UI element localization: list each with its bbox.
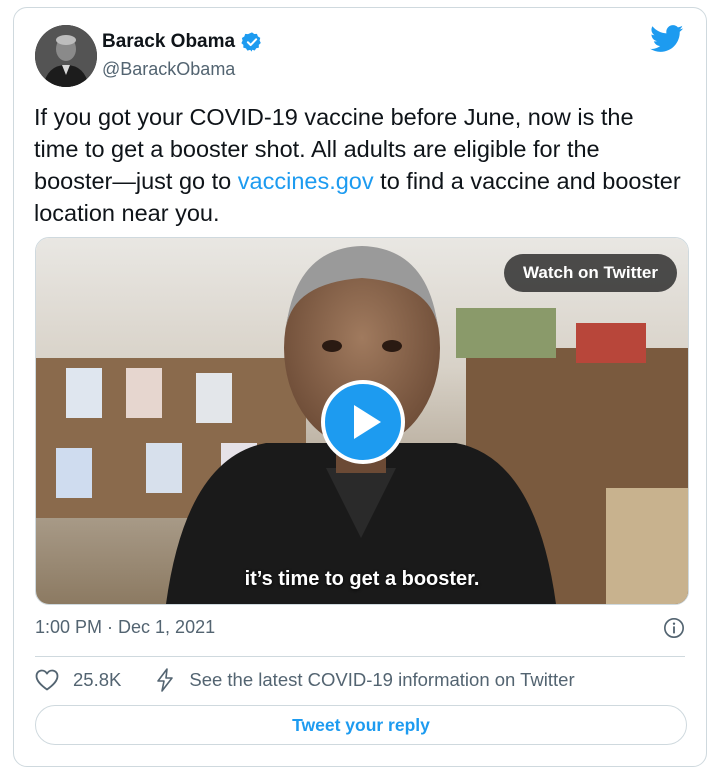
tweet-timestamp[interactable]: 1:00 PM · Dec 1, 2021 xyxy=(35,617,215,638)
tweet-card: Barack Obama @BarackObama If you got you… xyxy=(13,7,707,767)
bolt-icon xyxy=(157,668,174,692)
covid-info-link[interactable]: See the latest COVID-19 information on T… xyxy=(189,669,574,691)
author-name-row[interactable]: Barack Obama xyxy=(102,31,263,53)
action-bar: 25.8K See the latest COVID-19 informatio… xyxy=(35,668,575,692)
verified-badge-icon xyxy=(241,32,261,52)
author-handle[interactable]: @BarackObama xyxy=(102,59,235,80)
vaccines-link[interactable]: vaccines.gov xyxy=(238,168,374,194)
watch-on-twitter-button[interactable]: Watch on Twitter xyxy=(503,254,677,292)
like-count[interactable]: 25.8K xyxy=(73,669,121,691)
divider xyxy=(35,656,685,657)
author-name[interactable]: Barack Obama xyxy=(102,31,235,53)
tweet-text: If you got your COVID-19 vaccine before … xyxy=(34,101,684,229)
info-icon[interactable] xyxy=(663,617,685,639)
heart-icon[interactable] xyxy=(35,669,59,691)
video-caption: it’s time to get a booster. xyxy=(244,568,480,590)
twitter-bird-icon[interactable] xyxy=(650,25,684,53)
video-player[interactable]: Watch on Twitter it’s time to get a boos… xyxy=(35,237,689,605)
tweet-your-reply-button[interactable]: Tweet your reply xyxy=(35,705,687,745)
play-icon[interactable] xyxy=(321,380,405,464)
avatar[interactable] xyxy=(35,25,97,87)
